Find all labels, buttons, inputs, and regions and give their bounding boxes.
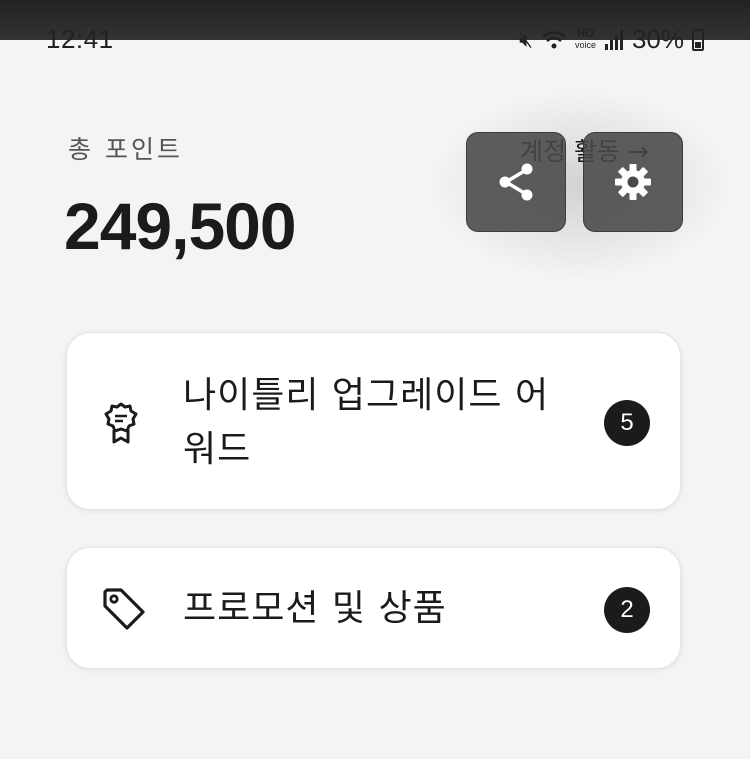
battery-percent: 30% (631, 24, 684, 54)
status-bar: 12:41 🔇︎ HD voice 30% (0, 22, 750, 56)
signal-icon (604, 29, 623, 50)
total-points-value: 249,500 (64, 189, 297, 263)
battery-icon (692, 28, 704, 51)
status-time: 12:41 (46, 24, 114, 54)
voice-label: voice (574, 40, 596, 50)
hd-label: HD (576, 26, 595, 40)
promotions-count-badge: 2 (604, 587, 650, 633)
total-points-label: 총 포인트 (68, 135, 183, 164)
awards-card-title: 나이틀리 업그레이드 어워드 (183, 375, 550, 470)
status-icons: 🔇︎ HD voice 30% (519, 24, 704, 55)
nightly-upgrade-awards-card[interactable]: 나이틀리 업그레이드 어워드 5 (66, 332, 681, 510)
gear-icon (615, 164, 651, 200)
promotions-card-title: 프로모션 및 상품 (183, 588, 447, 629)
tag-icon (101, 586, 147, 636)
share-icon (499, 163, 533, 201)
settings-button[interactable] (583, 132, 683, 232)
mute-icon: 🔇︎ (519, 26, 533, 52)
hd-voice-indicator: HD voice (574, 26, 596, 51)
awards-count-badge: 5 (604, 400, 650, 446)
wifi-icon (542, 30, 566, 48)
promotions-and-products-card[interactable]: 프로모션 및 상품 2 (66, 547, 681, 669)
share-button[interactable] (466, 132, 566, 232)
award-ribbon-icon (101, 401, 141, 449)
